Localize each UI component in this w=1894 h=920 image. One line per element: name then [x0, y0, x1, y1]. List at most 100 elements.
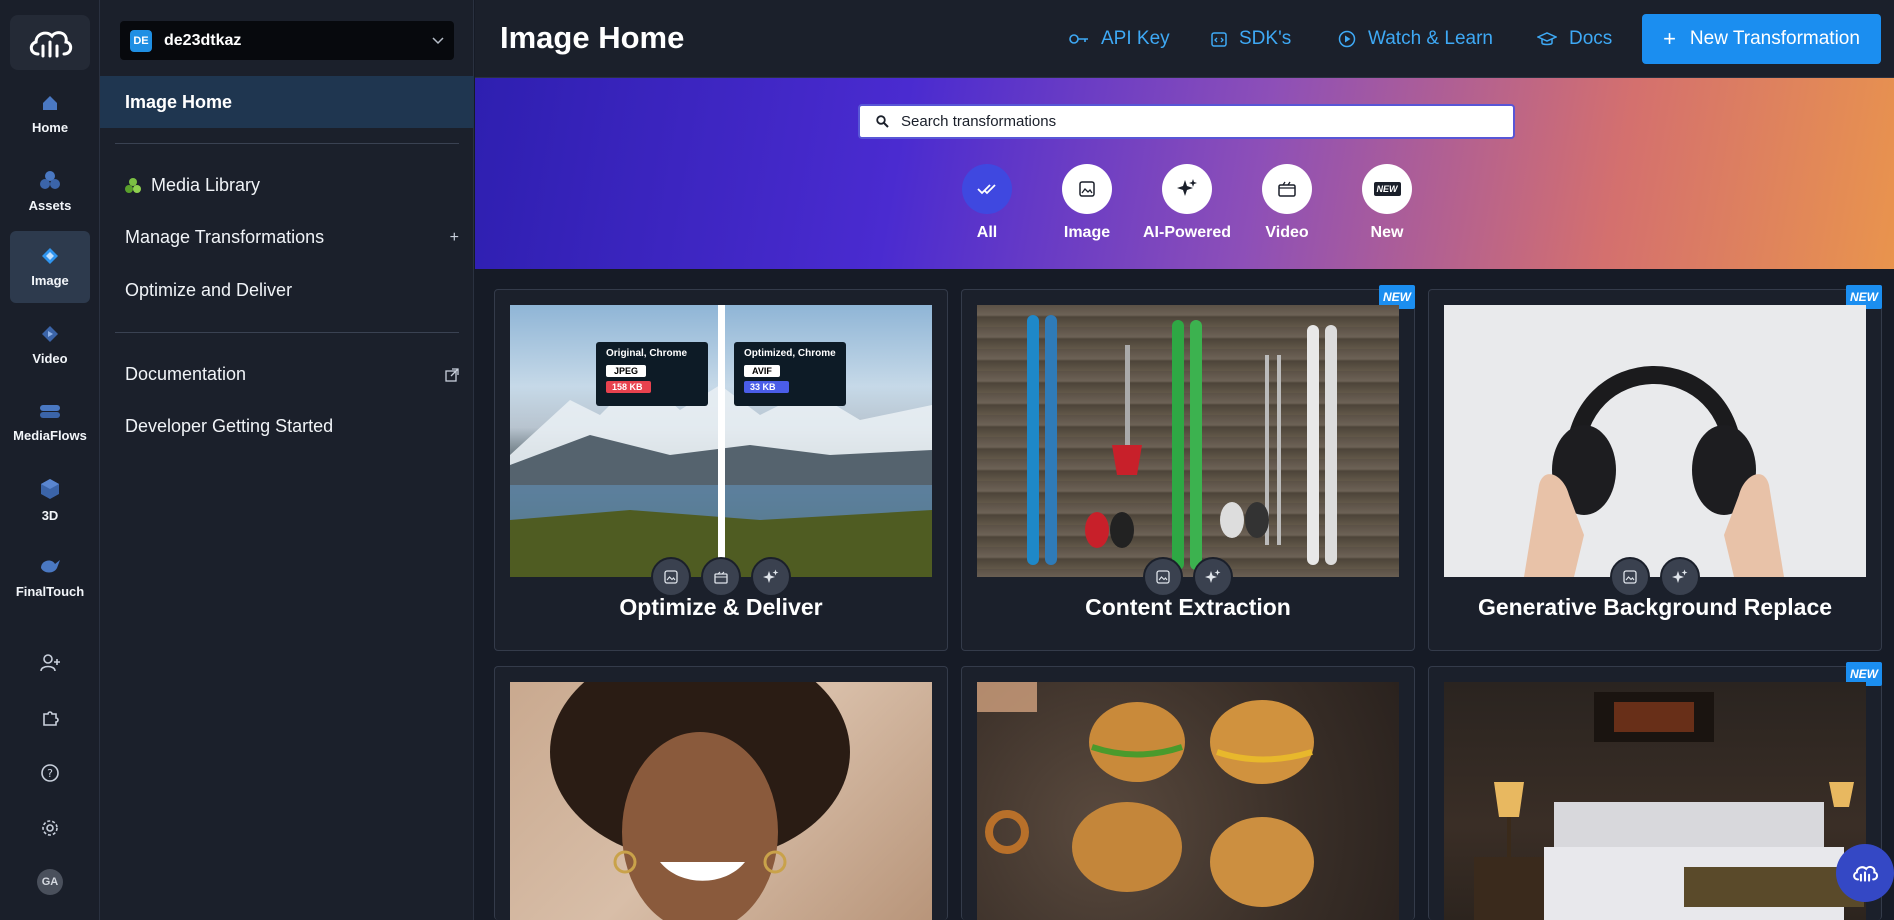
type-ai: [1193, 557, 1233, 597]
filter-label: AI-Powered: [1142, 224, 1231, 241]
rail-label: Video: [32, 350, 68, 366]
rail-item-assets[interactable]: Assets: [10, 155, 90, 227]
image-icon: [664, 570, 678, 584]
account-switcher[interactable]: DE de23dtkaz: [120, 21, 454, 60]
app-root: Home Assets Image Video MediaFlows 3D Fi…: [0, 0, 1894, 920]
rail-item-3d[interactable]: 3D: [10, 464, 90, 536]
support-chat-button[interactable]: [1836, 844, 1894, 902]
account-name: de23dtkaz: [164, 31, 242, 49]
cloud-logo-icon: [29, 30, 73, 57]
nav-label: Manage Transformations: [125, 227, 325, 247]
gear-icon: [42, 820, 58, 836]
search-input[interactable]: Search transformations: [901, 113, 1056, 130]
hero-banner: Search transformations All Image AI-Powe…: [475, 78, 1894, 269]
filter-label: New: [1370, 224, 1404, 241]
bedroom-illustration: [1474, 692, 1864, 920]
nav-label: Media Library: [151, 175, 261, 195]
nav-documentation[interactable]: Documentation: [125, 364, 459, 385]
docs-label: Docs: [1569, 28, 1613, 49]
rail-label: MediaFlows: [13, 427, 87, 443]
side-panel: DE de23dtkaz Image Home Media Library Ma…: [100, 0, 474, 920]
sdks-link[interactable]: SDK's: [1211, 28, 1291, 50]
type-ai: [1660, 557, 1700, 597]
search-box[interactable]: Search transformations: [858, 104, 1515, 139]
double-check-icon: [977, 184, 996, 195]
filter-ai-powered[interactable]: AI-Powered: [1142, 164, 1232, 242]
card-bedroom[interactable]: NEW: [1428, 662, 1882, 920]
api-key-label: API Key: [1101, 28, 1170, 49]
filter-image[interactable]: Image: [1042, 164, 1132, 242]
chevron-down-icon: [432, 36, 444, 44]
headphones-illustration: [1524, 366, 1784, 577]
sparkle-icon: [1177, 179, 1197, 196]
type-image: [651, 557, 691, 597]
top-header: Image Home API Key SDK's Watch & Learn D…: [475, 0, 1894, 78]
type-icons: [495, 557, 947, 597]
rail-item-image[interactable]: Image: [10, 231, 90, 303]
cube-icon: [41, 478, 59, 499]
optimized-format: AVIF: [744, 365, 780, 377]
filter-circle: [1262, 164, 1312, 214]
clapperboard-icon: [714, 571, 728, 584]
video-icon: [42, 325, 58, 342]
divider: [115, 332, 459, 333]
filter-label: All: [976, 224, 998, 241]
card-optimize-deliver[interactable]: Original, Chrome JPEG 158 KB Optimized, …: [494, 289, 948, 651]
type-ai: [751, 557, 791, 597]
filter-all[interactable]: All: [942, 164, 1032, 242]
graduation-cap-icon: [1537, 32, 1557, 46]
settings-button[interactable]: [34, 812, 66, 844]
rail-label: Home: [31, 119, 69, 135]
rail-item-mediaflows[interactable]: MediaFlows: [10, 386, 90, 458]
image-diamond-icon: [42, 247, 58, 264]
filter-video[interactable]: Video: [1242, 164, 1332, 242]
nav-developer-getting-started[interactable]: Developer Getting Started: [125, 416, 333, 437]
search-icon: [876, 115, 889, 128]
card-title: Generative Background Replace: [1477, 594, 1833, 620]
card-image: [1444, 682, 1866, 920]
nav-image-home[interactable]: Image Home: [100, 76, 474, 128]
assets-icon: [40, 170, 60, 189]
sparkle-icon: [1205, 569, 1221, 583]
nav-media-library[interactable]: Media Library: [125, 175, 260, 196]
new-transformation-button[interactable]: + New Transformation: [1642, 14, 1881, 64]
home-icon: [43, 95, 57, 110]
original-tag: Original, Chrome JPEG 158 KB: [596, 342, 708, 406]
card-portrait[interactable]: [494, 666, 948, 920]
card-generative-bg-replace[interactable]: NEW Generative Background Replace: [1428, 285, 1882, 651]
filter-new[interactable]: NEW New: [1342, 164, 1432, 242]
rail-label: FinalTouch: [15, 583, 85, 599]
rail-item-finaltouch[interactable]: FinalTouch: [10, 541, 90, 613]
sparkle-icon: [763, 569, 779, 583]
expand-plus-icon[interactable]: +: [450, 229, 459, 247]
comparison-divider[interactable]: [718, 305, 725, 577]
mediaflows-icon: [40, 404, 60, 418]
optimized-size: 33 KB: [744, 381, 789, 393]
nav-optimize-deliver[interactable]: Optimize and Deliver: [125, 280, 292, 301]
cloudinary-logo[interactable]: [10, 15, 90, 70]
docs-link[interactable]: Docs: [1537, 28, 1612, 50]
invite-user-button[interactable]: [34, 647, 66, 679]
rail-label: Image: [31, 272, 69, 288]
card-content-extraction[interactable]: NEW Content Extraction: [961, 285, 1415, 651]
nav-manage-transformations[interactable]: Manage Transformations +: [125, 227, 459, 248]
user-avatar[interactable]: GA: [37, 869, 63, 895]
key-icon: [1069, 34, 1088, 44]
type-icons: [1429, 557, 1881, 597]
new-transformation-label: New Transformation: [1689, 28, 1860, 49]
optimized-label: Optimized, Chrome: [744, 348, 836, 359]
filter-circle: [1062, 164, 1112, 214]
api-key-link[interactable]: API Key: [1069, 28, 1170, 50]
card-burgers[interactable]: [961, 666, 1415, 920]
nav-label: Developer Getting Started: [125, 416, 334, 436]
new-tag-icon: NEW: [1373, 182, 1401, 196]
rail-item-video[interactable]: Video: [10, 309, 90, 381]
watch-learn-link[interactable]: Watch & Learn: [1338, 28, 1493, 50]
type-image: [1143, 557, 1183, 597]
original-label: Original, Chrome: [606, 348, 688, 359]
help-button[interactable]: ?: [34, 757, 66, 789]
addons-button[interactable]: [34, 702, 66, 734]
filter-label: Image: [1063, 224, 1111, 241]
original-format: JPEG: [606, 365, 647, 377]
rail-item-home[interactable]: Home: [10, 78, 90, 150]
